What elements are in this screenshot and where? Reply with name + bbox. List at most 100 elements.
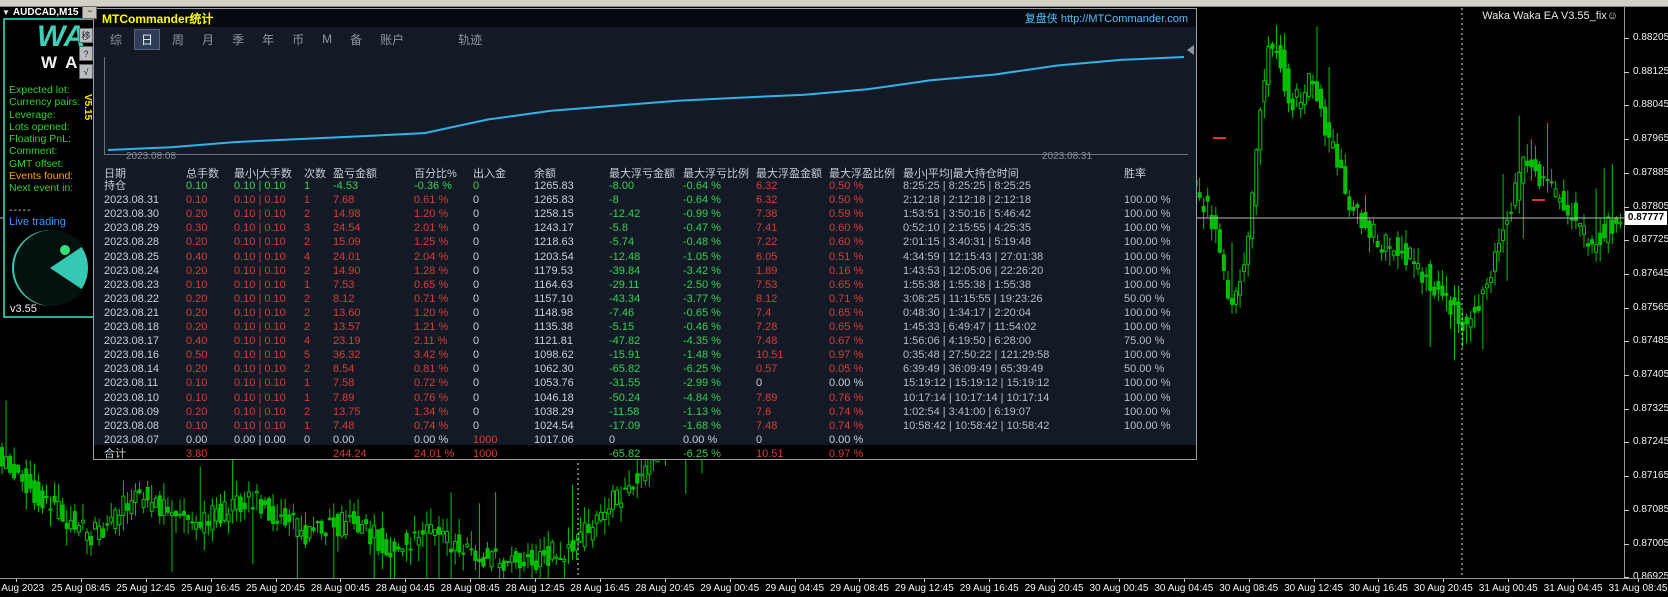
ea-field-label: Floating PnL: <box>9 133 80 145</box>
table-row[interactable]: 2023.08.180.200.10 | 0.10213.571.21 %011… <box>94 320 1197 334</box>
table-row[interactable]: 持仓0.100.10 | 0.101-4.53-0.36 %01265.83-8… <box>94 179 1197 193</box>
cell-win-rate: 75.00 % <box>1124 334 1197 348</box>
menu-轨迹[interactable]: 轨迹 <box>452 30 488 49</box>
table-row[interactable]: 2023.08.070.000.00 | 0.0000.000.00 %1000… <box>94 433 1197 447</box>
price-axis[interactable]: 0.882050.881250.880450.879650.878850.878… <box>1624 6 1668 578</box>
cell-inout: 0 <box>473 376 534 390</box>
menu-年[interactable]: 年 <box>256 30 280 49</box>
cell-inout: 0 <box>473 278 534 292</box>
time-tick <box>924 579 925 582</box>
cell-max-up-pct: 0.67 % <box>829 334 903 348</box>
table-row[interactable]: 2023.08.170.400.10 | 0.10423.192.11 %011… <box>94 334 1197 348</box>
stats-titlebar[interactable]: MTCommander统计 复盘侠 http://MTCommander.com <box>94 9 1196 27</box>
ea-field-label: Lots opened: <box>9 121 80 133</box>
ea-side-button[interactable]: 移 <box>79 28 93 43</box>
table-row[interactable]: 2023.08.080.100.10 | 0.1017.480.74 %0102… <box>94 419 1197 433</box>
cell-max-dd-pct: -1.05 % <box>683 250 756 264</box>
cell-date: 2023.08.23 <box>104 278 186 292</box>
cell-max-up-pct: 0.51 % <box>829 250 903 264</box>
table-row[interactable]: 2023.08.110.100.10 | 0.1017.580.72 %0105… <box>94 376 1197 390</box>
time-tick <box>1443 579 1444 582</box>
menu-日[interactable]: 日 <box>134 29 160 50</box>
cell-max-up-pct: 0.65 % <box>829 278 903 292</box>
cell-balance: 1017.06 <box>534 433 609 447</box>
table-row[interactable]: 2023.08.140.200.10 | 0.1028.540.81 %0106… <box>94 362 1197 376</box>
cell-pnl: 14.98 <box>333 207 414 221</box>
cell-hold-time <box>903 447 1124 460</box>
cell-date: 2023.08.30 <box>104 207 186 221</box>
table-row[interactable]: 2023.08.160.500.10 | 0.10536.323.42 %010… <box>94 348 1197 362</box>
symbol-chip[interactable]: ▼ AUDCAD,M15 − <box>2 6 97 19</box>
cell-win-rate: 100.00 % <box>1124 207 1197 221</box>
cell-win-rate: 100.00 % <box>1124 235 1197 249</box>
cell-date: 2023.08.28 <box>104 235 186 249</box>
minimize-button[interactable]: − <box>82 6 97 19</box>
ea-side-button[interactable]: √ <box>79 64 93 79</box>
time-tick-label: 30 Aug 04:45 <box>1154 583 1213 594</box>
menu-月[interactable]: 月 <box>196 30 220 49</box>
table-row[interactable]: 2023.08.300.200.10 | 0.10214.981.20 %012… <box>94 207 1197 221</box>
table-row[interactable]: 2023.08.230.100.10 | 0.1017.530.65 %0116… <box>94 278 1197 292</box>
cell-count: 0 <box>304 433 333 447</box>
cell-hold-time: 15:19:12 | 15:19:12 | 15:19:12 <box>903 376 1124 390</box>
time-tick <box>405 579 406 582</box>
time-tick-label: 30 Aug 12:45 <box>1284 583 1343 594</box>
cell-balance: 1258.15 <box>534 207 609 221</box>
cell-total-lots: 3.80 <box>186 447 234 460</box>
ea-side-button[interactable]: ? <box>79 46 93 61</box>
cell-pct: 0.74 % <box>414 419 473 433</box>
menu-M[interactable]: M <box>316 31 338 47</box>
cell-pnl: 24.54 <box>333 221 414 235</box>
time-axis[interactable]: 25 Aug 202325 Aug 08:4525 Aug 12:4525 Au… <box>0 578 1668 597</box>
cell-date: 2023.08.31 <box>104 193 186 207</box>
cell-pnl: 14.90 <box>333 264 414 278</box>
cell-pnl: 36.32 <box>333 348 414 362</box>
table-row[interactable]: 2023.08.310.100.10 | 0.1017.680.61 %0126… <box>94 193 1197 207</box>
cell-max-up-amt: 7.41 <box>756 221 829 235</box>
ea-field-label: Currency pairs: <box>9 96 80 108</box>
table-row[interactable]: 2023.08.100.100.10 | 0.1017.890.76 %0104… <box>94 391 1197 405</box>
cell-max-up-amt: 7.4 <box>756 306 829 320</box>
stats-brand-link[interactable]: 复盘侠 http://MTCommander.com <box>1025 10 1188 26</box>
menu-季[interactable]: 季 <box>226 30 250 49</box>
time-tick-label: 29 Aug 08:45 <box>830 583 889 594</box>
menu-周[interactable]: 周 <box>166 30 190 49</box>
cell-hold-time: 1:53:51 | 3:50:16 | 5:46:42 <box>903 207 1124 221</box>
cell-max-dd-pct: -0.64 % <box>683 193 756 207</box>
table-row[interactable]: 2023.08.090.200.10 | 0.10213.751.34 %010… <box>94 405 1197 419</box>
cell-max-dd-pct: -2.50 % <box>683 278 756 292</box>
current-price-box: 0.87777 <box>1625 211 1667 225</box>
menu-备[interactable]: 备 <box>344 30 368 49</box>
cell-minmax-lots <box>234 447 304 460</box>
cell-max-up-pct: 0.65 % <box>829 306 903 320</box>
table-row[interactable]: 2023.08.280.200.10 | 0.10215.091.25 %012… <box>94 235 1197 249</box>
collapse-arrow-icon[interactable] <box>1187 45 1194 55</box>
table-row[interactable]: 2023.08.250.400.10 | 0.10424.012.04 %012… <box>94 250 1197 264</box>
price-tick-label: 0.87085 <box>1633 504 1668 515</box>
table-row[interactable]: 2023.08.220.200.10 | 0.1028.120.71 %0115… <box>94 292 1197 306</box>
table-row[interactable]: 2023.08.240.200.10 | 0.10214.901.28 %011… <box>94 264 1197 278</box>
cell-max-dd-pct: -6.25 % <box>683 362 756 376</box>
cell-pct: -0.36 % <box>414 179 473 193</box>
time-tick <box>340 579 341 582</box>
mtcommander-stats-window[interactable]: MTCommander统计 复盘侠 http://MTCommander.com… <box>93 8 1197 460</box>
menu-综[interactable]: 综 <box>104 30 128 49</box>
cell-date: 2023.08.14 <box>104 362 186 376</box>
time-tick-label: 28 Aug 20:45 <box>635 583 694 594</box>
cell-max-dd-pct: -0.47 % <box>683 221 756 235</box>
cell-max-up-amt: 1.89 <box>756 264 829 278</box>
cell-max-up-amt: 6.32 <box>756 179 829 193</box>
cell-minmax-lots: 0.10 | 0.10 <box>234 306 304 320</box>
table-row[interactable]: 2023.08.290.300.10 | 0.10324.542.01 %012… <box>94 221 1197 235</box>
cell-minmax-lots: 0.10 | 0.10 <box>234 320 304 334</box>
cell-minmax-lots: 0.10 | 0.10 <box>234 221 304 235</box>
cell-pnl: 24.01 <box>333 250 414 264</box>
time-tick <box>1638 579 1639 582</box>
menu-账户[interactable]: 账户 <box>374 30 410 49</box>
price-tick-label: 0.87325 <box>1633 403 1668 414</box>
cell-total-lots: 0.10 <box>186 391 234 405</box>
cell-max-up-amt: 7.48 <box>756 334 829 348</box>
table-summary-row[interactable]: 合计3.80244.2424.01 %1000-65.82-6.25 %10.5… <box>94 447 1197 460</box>
table-row[interactable]: 2023.08.210.200.10 | 0.10213.601.20 %011… <box>94 306 1197 320</box>
menu-币[interactable]: 币 <box>286 30 310 49</box>
